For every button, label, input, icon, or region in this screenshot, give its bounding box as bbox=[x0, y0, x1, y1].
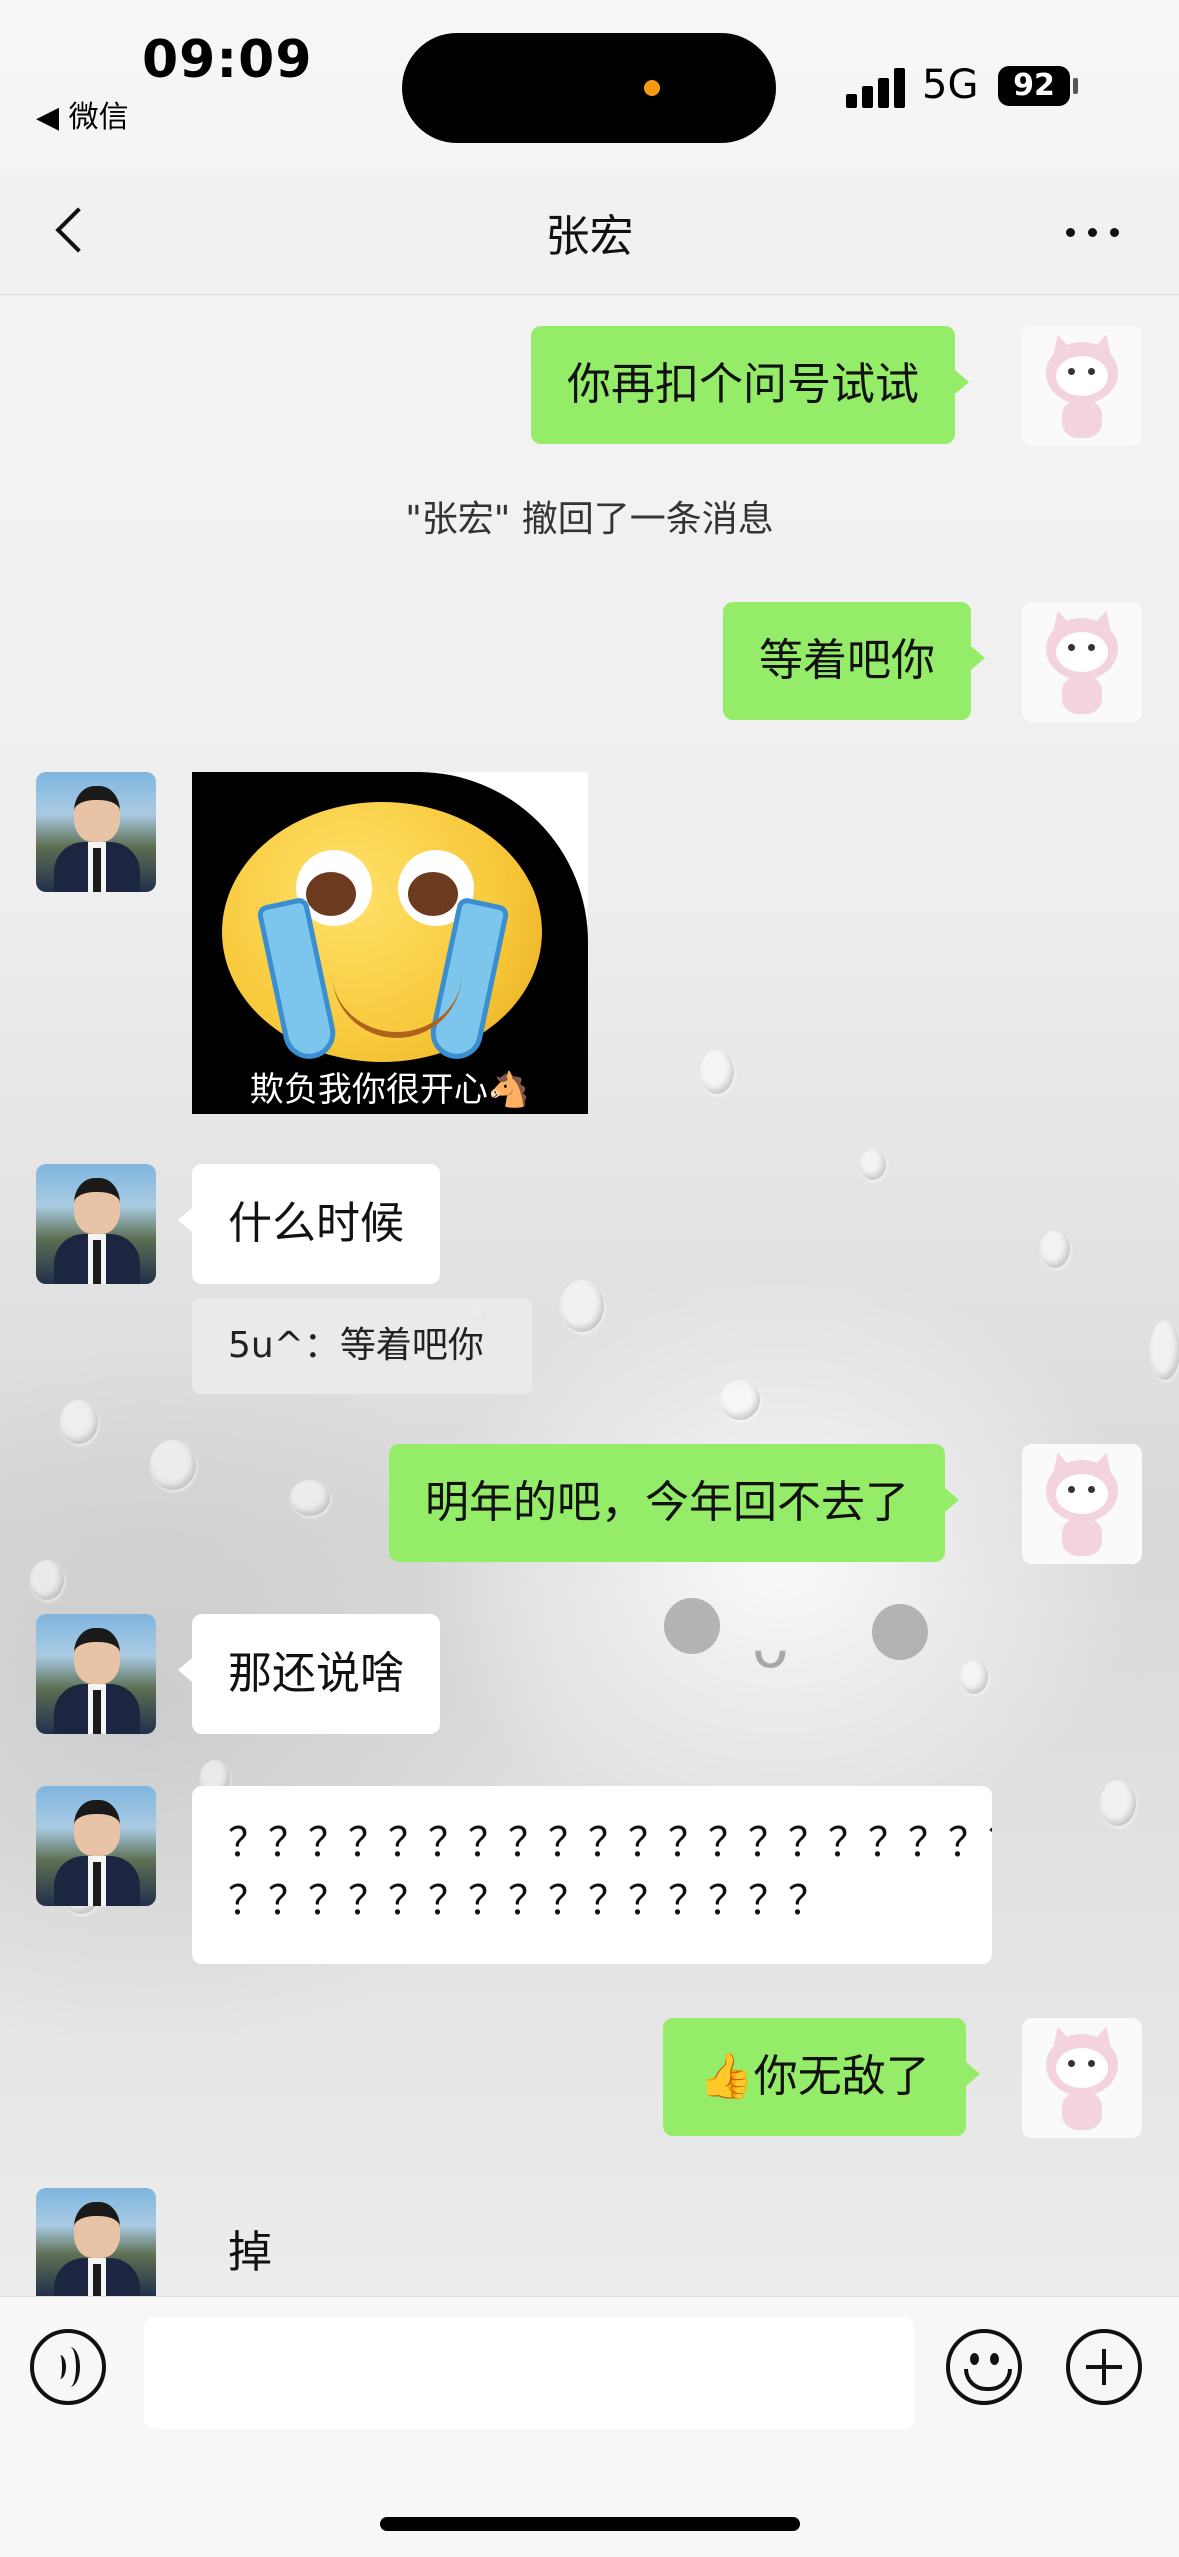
water-drop bbox=[60, 1400, 98, 1444]
my-message-bubble[interactable]: 👍你无敌了 bbox=[663, 2018, 980, 2136]
back-to-app-link[interactable]: ◀ 微信 bbox=[36, 92, 129, 136]
water-drop bbox=[960, 1660, 988, 1694]
home-indicator[interactable] bbox=[380, 2517, 800, 2531]
contact-avatar[interactable] bbox=[36, 2188, 156, 2296]
more-dots-icon[interactable] bbox=[1066, 220, 1130, 244]
my-message-bubble[interactable]: 明年的吧，今年回不去了 bbox=[389, 1444, 959, 1562]
water-drop bbox=[1100, 1780, 1136, 1826]
water-drop bbox=[290, 1480, 330, 1516]
contact-avatar[interactable] bbox=[36, 1614, 156, 1734]
water-drop bbox=[1150, 1320, 1179, 1380]
chat-header: 张宏 bbox=[0, 170, 1179, 295]
water-drop bbox=[560, 1280, 604, 1332]
my-avatar[interactable] bbox=[1022, 326, 1142, 446]
battery-tip bbox=[1073, 78, 1078, 94]
network-type: 5G bbox=[922, 62, 979, 108]
water-drop bbox=[860, 1150, 886, 1180]
background-face-eye bbox=[664, 1598, 720, 1654]
message-input[interactable] bbox=[144, 2317, 914, 2429]
cellular-signal-icon bbox=[846, 66, 906, 108]
my-avatar[interactable] bbox=[1022, 1444, 1142, 1564]
privacy-indicator-dot bbox=[644, 80, 660, 96]
battery-icon: 92 bbox=[998, 66, 1070, 106]
voice-icon[interactable] bbox=[30, 2329, 106, 2405]
my-message-bubble[interactable]: 等着吧你 bbox=[723, 602, 985, 720]
status-time: 09:09 bbox=[142, 30, 313, 90]
contact-avatar[interactable] bbox=[36, 772, 156, 892]
plus-icon[interactable] bbox=[1066, 2329, 1142, 2405]
quoted-reply[interactable]: 5u^：等着吧你 bbox=[192, 1298, 532, 1394]
water-drop bbox=[30, 1560, 64, 1600]
message-line: ？？？？？？？？？？？？？？？ bbox=[228, 1878, 828, 1924]
contact-message-text[interactable]: 掉 bbox=[228, 2216, 272, 2280]
contact-avatar[interactable] bbox=[36, 1164, 156, 1284]
dynamic-island bbox=[402, 33, 776, 143]
contact-message-bubble[interactable]: ？？？？？？？？？？？？？？？？？？？？？ ？？？？？？？？？？？？？？？ bbox=[192, 1786, 992, 1964]
background-face-eye bbox=[872, 1604, 928, 1660]
input-bar bbox=[0, 2296, 1179, 2557]
water-drop bbox=[1040, 1230, 1070, 1268]
background-face-mouth: ᴗ bbox=[752, 1612, 789, 1682]
sticker-caption: 欺负我你很开心🐴 bbox=[249, 1070, 531, 1110]
my-message-bubble[interactable]: 你再扣个问号试试 bbox=[531, 326, 969, 444]
water-drop bbox=[150, 1440, 196, 1490]
my-avatar[interactable] bbox=[1022, 602, 1142, 722]
system-recall-notice: "张宏" 撤回了一条消息 bbox=[405, 499, 774, 540]
my-avatar[interactable] bbox=[1022, 2018, 1142, 2138]
emoji-icon[interactable] bbox=[946, 2329, 1022, 2405]
water-drop bbox=[720, 1380, 760, 1420]
message-line: ？？？？？？？？？？？？？？？？？？？？？ bbox=[228, 1820, 992, 1866]
status-bar: 09:09 ◀ 微信 5G 92 bbox=[0, 0, 1179, 170]
chat-title: 张宏 bbox=[545, 211, 634, 262]
water-drop bbox=[700, 1050, 734, 1094]
contact-avatar[interactable] bbox=[36, 1786, 156, 1906]
contact-message-bubble[interactable]: 什么时候 bbox=[178, 1164, 440, 1284]
contact-message-bubble[interactable]: 那还说啥 bbox=[178, 1614, 440, 1734]
crying-emoji-sticker[interactable]: 欺负我你很开心🐴 bbox=[192, 772, 588, 1114]
